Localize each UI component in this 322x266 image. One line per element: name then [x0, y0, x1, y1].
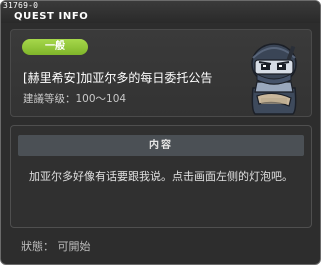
quest-level-range: 建議等级：100～104	[23, 93, 127, 105]
quest-id-label: 31769-0	[3, 1, 39, 10]
quest-info-window: 31769-0 QUEST INFO 一般 [赫里希安]加亚尔多的每日委托公告 …	[0, 0, 321, 265]
quest-category-badge: 一般	[22, 39, 88, 55]
quest-status: 狀態： 可開始	[21, 240, 91, 253]
content-section-header: 内容	[18, 135, 304, 156]
window-title: QUEST INFO	[14, 11, 89, 22]
quest-content-panel: 内容 加亚尔多好像有话要跟我说。点击画面左侧的灯泡吧。	[10, 125, 312, 228]
ninja-npc-icon	[251, 43, 297, 115]
title-bar[interactable]: 31769-0 QUEST INFO	[1, 1, 320, 23]
quest-title: [赫里希安]加亚尔多的每日委托公告	[23, 71, 213, 85]
quest-description: 加亚尔多好像有话要跟我说。点击画面左侧的灯泡吧。	[29, 170, 293, 183]
quest-header-panel: 一般 [赫里希安]加亚尔多的每日委托公告 建議等级：100～104	[10, 29, 312, 117]
